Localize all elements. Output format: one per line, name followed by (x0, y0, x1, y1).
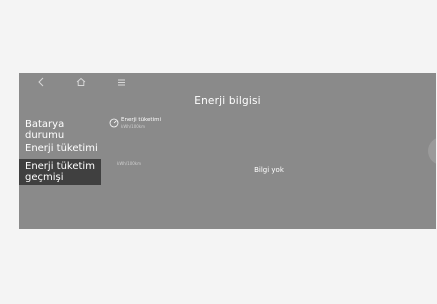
home-icon[interactable] (75, 76, 87, 88)
menu-icon[interactable] (115, 76, 127, 88)
back-icon[interactable] (35, 76, 47, 88)
sidebar-item-energy-consumption[interactable]: Enerji tüketimi (19, 143, 101, 154)
no-info-message: Bilgi yok (254, 166, 284, 174)
sidebar-item-consumption-history[interactable]: Enerji tüketim geçmişi (19, 159, 101, 185)
page-title: Enerji bilgisi (194, 95, 261, 107)
sidebar: Batarya durumu Enerji tüketimi Enerji tü… (19, 111, 101, 229)
gauge-icon (109, 118, 119, 128)
consumption-unit: kWh/100km (121, 124, 146, 129)
sidebar-item-label: Batarya durumu (25, 119, 65, 141)
sidebar-item-battery-status[interactable]: Batarya durumu (19, 119, 101, 141)
sidebar-item-label: Enerji tüketimi (25, 143, 98, 154)
consumption-label: Enerji tüketimi (121, 117, 161, 123)
sidebar-item-label: Enerji tüketim geçmişi (25, 161, 95, 183)
main-content: Enerji tüketimi kWh/100km kWh/100km Bilg… (109, 111, 429, 229)
top-navigation (19, 73, 436, 91)
page: Enerji bilgisi Batarya durumu Enerji tük… (0, 0, 437, 304)
edge-handle[interactable] (428, 137, 436, 165)
consumption-summary: Enerji tüketimi kWh/100km (109, 117, 161, 133)
infotainment-screen: Enerji bilgisi Batarya durumu Enerji tük… (19, 73, 436, 229)
